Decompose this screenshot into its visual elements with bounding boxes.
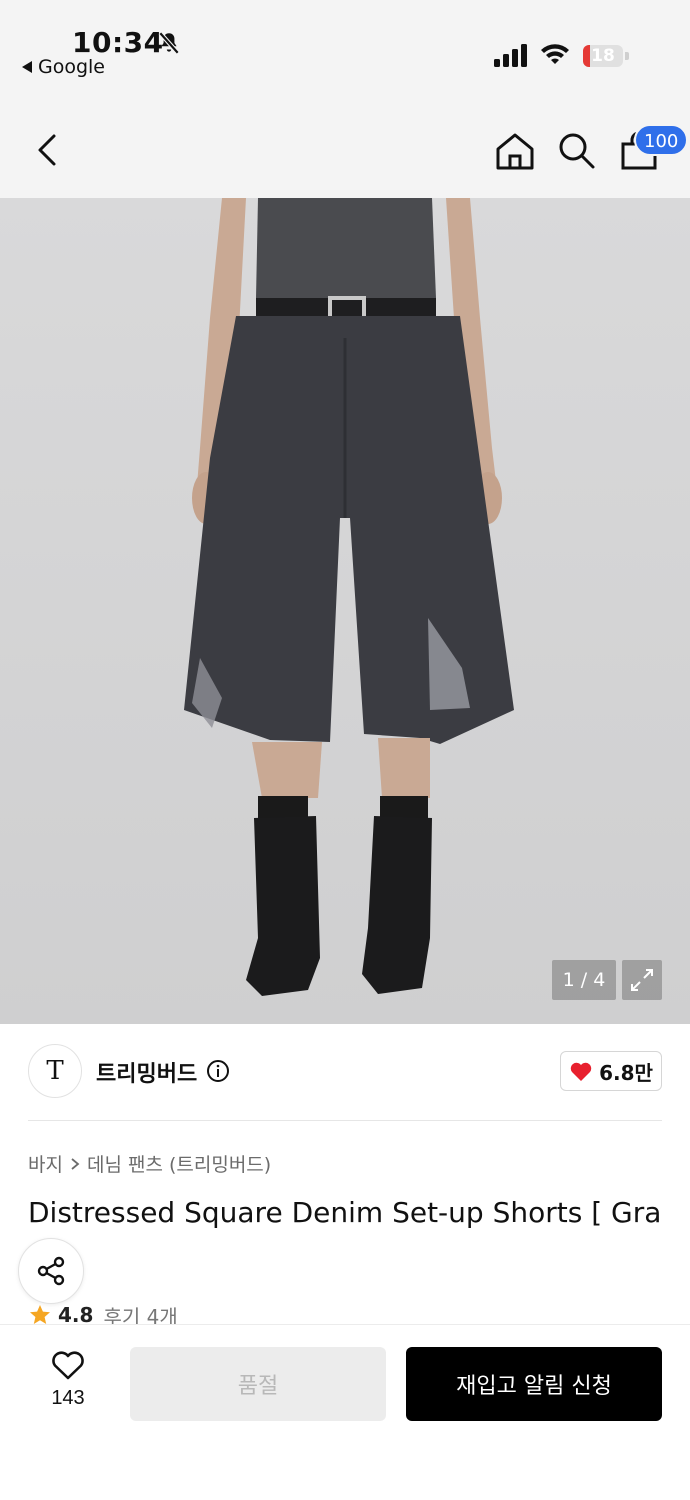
image-counter: 1 / 4 [552,960,616,1000]
wifi-icon [541,44,569,64]
search-icon [559,133,595,169]
brand-logo-text: T [46,1056,64,1086]
cart-count-badge: 100 [634,124,689,156]
bell-slash-icon [158,31,180,55]
status-bar: 10:34 Google 18 [0,0,690,100]
divider [28,1120,662,1121]
brand-logo[interactable]: T [28,1044,82,1098]
battery-tip [625,52,629,60]
app-header [0,100,690,198]
status-time: 10:34 [72,26,164,59]
expand-icon [631,969,653,991]
chevron-right-icon [71,1157,80,1170]
heart-outline-icon [52,1351,84,1380]
bottom-action-bar: 143 품절 재입고 알림 신청 [0,1324,690,1500]
back-app-label: Google [38,56,106,78]
battery-level: 18 [591,46,615,66]
wishlist-button[interactable]: 143 [32,1349,104,1421]
breadcrumb-item[interactable]: 데님 팬츠 (트리밍버드) [87,1150,271,1177]
product-title: Distressed Square Denim Set-up Shorts [ … [28,1196,662,1229]
expand-image-button[interactable] [622,960,662,1000]
share-icon [37,1256,65,1286]
back-triangle-icon [22,61,32,73]
product-image[interactable]: 1 / 4 [0,198,690,1024]
home-icon [496,133,534,170]
back-to-app-link[interactable]: Google [22,56,105,78]
brand-name[interactable]: 트리밍버드 [96,1056,197,1088]
cellular-signal-icon [494,44,527,67]
heart-filled-icon [570,1062,592,1081]
brand-like-button[interactable]: 6.8만 [560,1051,662,1091]
home-button[interactable] [494,130,536,172]
search-button[interactable] [556,130,596,170]
info-icon[interactable] [206,1059,230,1083]
brand-like-count: 6.8만 [599,1060,653,1085]
breadcrumb: 바지 데님 팬츠 (트리밍버드) [28,1150,271,1177]
back-button[interactable] [30,130,66,170]
restock-alert-button[interactable]: 재입고 알림 신청 [406,1347,662,1421]
soldout-button[interactable]: 품절 [130,1347,386,1421]
product-photo [184,198,514,996]
breadcrumb-item[interactable]: 바지 [28,1150,63,1177]
share-button[interactable] [18,1238,84,1304]
battery-icon: 18 [583,45,623,67]
wishlist-count: 143 [51,1387,85,1409]
back-chevron-icon [38,134,56,166]
